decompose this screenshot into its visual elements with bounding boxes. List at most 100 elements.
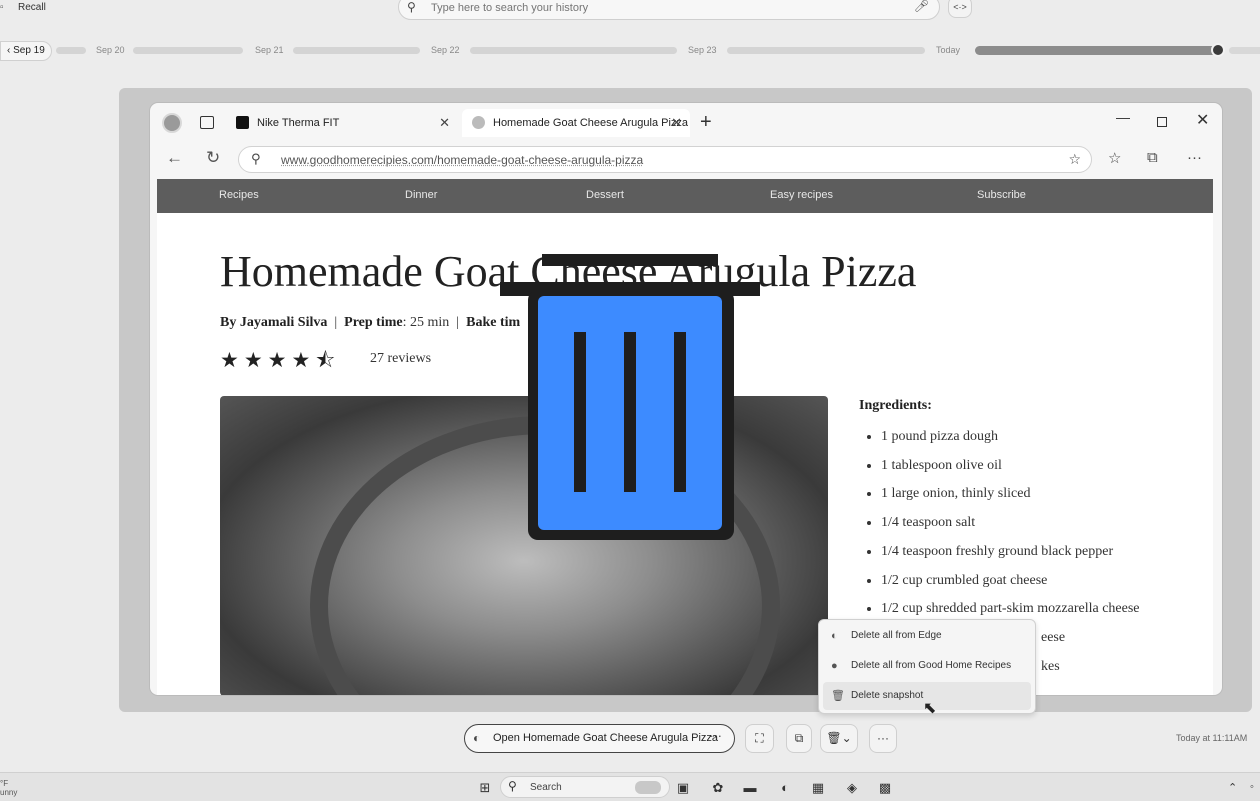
copy-button[interactable]: ⧉ — [786, 724, 812, 753]
site-nav-dessert[interactable]: Dessert — [586, 189, 624, 201]
site-favicon-icon — [472, 116, 485, 129]
search-highlight-icon — [635, 781, 661, 794]
menu-item-label: Delete all from Good Home Recipes — [851, 660, 1012, 671]
ingredient-item: 1 pound pizza dough — [881, 423, 1201, 452]
ingredient-item: 1/4 teaspoon salt — [881, 509, 1201, 538]
windows-start-icon[interactable]: ⊞ — [476, 780, 494, 796]
search-icon: ⚲ — [407, 0, 416, 14]
timeline-label: Sep 22 — [431, 45, 460, 55]
code-toggle-button[interactable]: <·> — [948, 0, 972, 18]
timeline-segment[interactable] — [470, 47, 677, 54]
timeline-back-button[interactable]: ‹ Sep 19 — [0, 41, 52, 61]
edge-icon: ◐ — [831, 630, 838, 642]
timeline-segment[interactable] — [56, 47, 86, 54]
teams-icon[interactable]: ▩ — [876, 780, 894, 796]
site-navigation: Recipes Dinner Dessert Easy recipes Subs… — [157, 179, 1213, 213]
open-snapshot-button[interactable]: ◐ Open Homemade Goat Cheese Arugula Pizz… — [464, 724, 735, 753]
site-nav-recipes[interactable]: Recipes — [219, 189, 259, 201]
browser-tab-pizza[interactable]: Homemade Goat Cheese Arugula Pizza ✕ — [462, 109, 690, 137]
chevron-down-icon: ⌄ — [841, 731, 852, 745]
more-actions-button[interactable]: ··· — [869, 724, 897, 753]
add-favorite-icon[interactable]: ☆ — [1068, 151, 1081, 168]
copilot-icon[interactable]: ✿ — [709, 780, 727, 796]
ingredient-item: 1 large onion, thinly sliced — [881, 480, 1201, 509]
favorites-icon[interactable]: ☆ — [1108, 149, 1121, 167]
window-close-icon[interactable]: ✕ — [1196, 110, 1209, 130]
open-snapshot-label: Open Homemade Goat Cheese Arugula Pizza — [493, 732, 719, 744]
search-icon: ⚲ — [251, 151, 261, 166]
more-options-icon[interactable]: ··· — [1187, 149, 1202, 166]
ingredient-item: 1/4 teaspoon freshly ground black pepper — [881, 538, 1201, 567]
star-icon: ★ — [243, 349, 268, 372]
tab-actions-icon[interactable] — [200, 116, 214, 129]
microphone-icon[interactable]: 🎤︎ — [914, 0, 929, 13]
address-url[interactable]: www.goodhomerecipies.com/homemade-goat-c… — [281, 153, 643, 167]
timeline-slider-knob[interactable] — [1211, 43, 1225, 57]
close-icon[interactable]: ✕ — [671, 109, 682, 137]
trash-icon: 🗑︎ — [826, 731, 842, 745]
edge-browser-icon[interactable]: ◐ — [776, 780, 794, 796]
menu-item-label: Delete snapshot — [851, 690, 924, 701]
timeline-back-label: Sep 19 — [13, 45, 45, 56]
tab-label: Nike Therma FIT — [257, 117, 340, 129]
ingredients-heading: Ingredients: — [859, 398, 932, 413]
recall-search-input[interactable] — [429, 0, 903, 17]
menu-item-delete-all-site[interactable]: ● Delete all from Good Home Recipes — [823, 652, 1031, 680]
profile-avatar[interactable] — [162, 113, 182, 133]
trash-icon: 🗑︎ — [831, 690, 845, 702]
close-icon[interactable]: ✕ — [439, 109, 450, 137]
timeline-label: Sep 20 — [96, 45, 125, 55]
taskbar-search[interactable]: ⚲ Search — [500, 776, 670, 798]
back-arrow-icon[interactable]: ← — [166, 148, 183, 168]
search-icon: ⚲ — [508, 779, 517, 793]
address-bar[interactable]: ⚲ www.goodhomerecipies.com/homemade-goat… — [238, 146, 1092, 173]
browser-tab-nike[interactable]: Nike Therma FIT ✕ — [226, 109, 458, 137]
timeline-segment[interactable] — [1229, 47, 1260, 54]
edge-icon: ◐ — [473, 731, 481, 745]
site-nav-dinner[interactable]: Dinner — [405, 189, 437, 201]
timeline-today-segment[interactable] — [975, 46, 1219, 55]
file-explorer-icon[interactable]: ▬ — [741, 780, 759, 796]
star-icon: ★ — [291, 349, 316, 372]
click-to-do-button[interactable]: ⛶ — [745, 724, 774, 753]
system-tray-icon[interactable]: ◦ — [1250, 781, 1254, 793]
chevron-up-icon[interactable]: ⌃ — [1228, 781, 1237, 794]
refresh-icon[interactable]: ↻ — [206, 148, 220, 168]
snapshot-timestamp: Today at 11:11AM — [1176, 733, 1248, 743]
more-options-icon: ··· — [877, 731, 889, 745]
star-rating: ★★★★⯪ — [220, 346, 340, 381]
timeline-label: Sep 21 — [255, 45, 284, 55]
site-nav-subscribe[interactable]: Subscribe — [977, 189, 1026, 201]
more-options-icon[interactable]: ··· — [709, 723, 722, 749]
recipe-meta: By Jayamali Silva | Prep time: 25 min | … — [220, 315, 521, 330]
prep-time-value: : 25 min — [402, 315, 450, 330]
click-to-do-icon: ⛶ — [755, 731, 764, 745]
timeline-segment[interactable] — [293, 47, 420, 54]
ingredient-item: 1/2 cup crumbled goat cheese — [881, 567, 1201, 596]
site-nav-easy-recipes[interactable]: Easy recipes — [770, 189, 833, 201]
task-view-icon[interactable]: ▣ — [674, 780, 692, 796]
weather-desc: unny — [0, 788, 18, 797]
timeline-segment[interactable] — [133, 47, 243, 54]
menu-item-delete-all-edge[interactable]: ◐ Delete all from Edge — [823, 622, 1031, 650]
minimize-icon[interactable]: — — [1116, 109, 1130, 125]
star-icon: ★ — [267, 349, 292, 372]
delete-button[interactable]: 🗑︎⌄ — [820, 724, 858, 753]
timeline-label: Sep 23 — [688, 45, 717, 55]
store-icon[interactable]: ▦ — [809, 780, 827, 796]
star-icon: ★ — [220, 349, 244, 372]
timeline-segment[interactable] — [727, 47, 925, 54]
weather-widget[interactable]: °F unny — [0, 779, 17, 797]
timeline-label: Today — [936, 45, 961, 55]
trash-overlay-icon — [500, 254, 760, 540]
recipe-author: By Jayamali Silva — [220, 315, 328, 330]
review-count[interactable]: 27 reviews — [370, 351, 431, 367]
prep-time-label: Prep time — [344, 315, 403, 330]
recall-search-bar[interactable]: ⚲ 🎤︎ — [398, 0, 940, 20]
collections-icon[interactable]: ⧉ — [1147, 149, 1158, 166]
half-star-icon: ⯪ — [315, 349, 341, 372]
recall-app-icon: ▫ — [0, 2, 4, 13]
maximize-icon[interactable] — [1157, 117, 1167, 127]
new-tab-icon[interactable]: + — [700, 111, 712, 134]
recall-taskbar-icon[interactable]: ◈ — [843, 780, 861, 796]
